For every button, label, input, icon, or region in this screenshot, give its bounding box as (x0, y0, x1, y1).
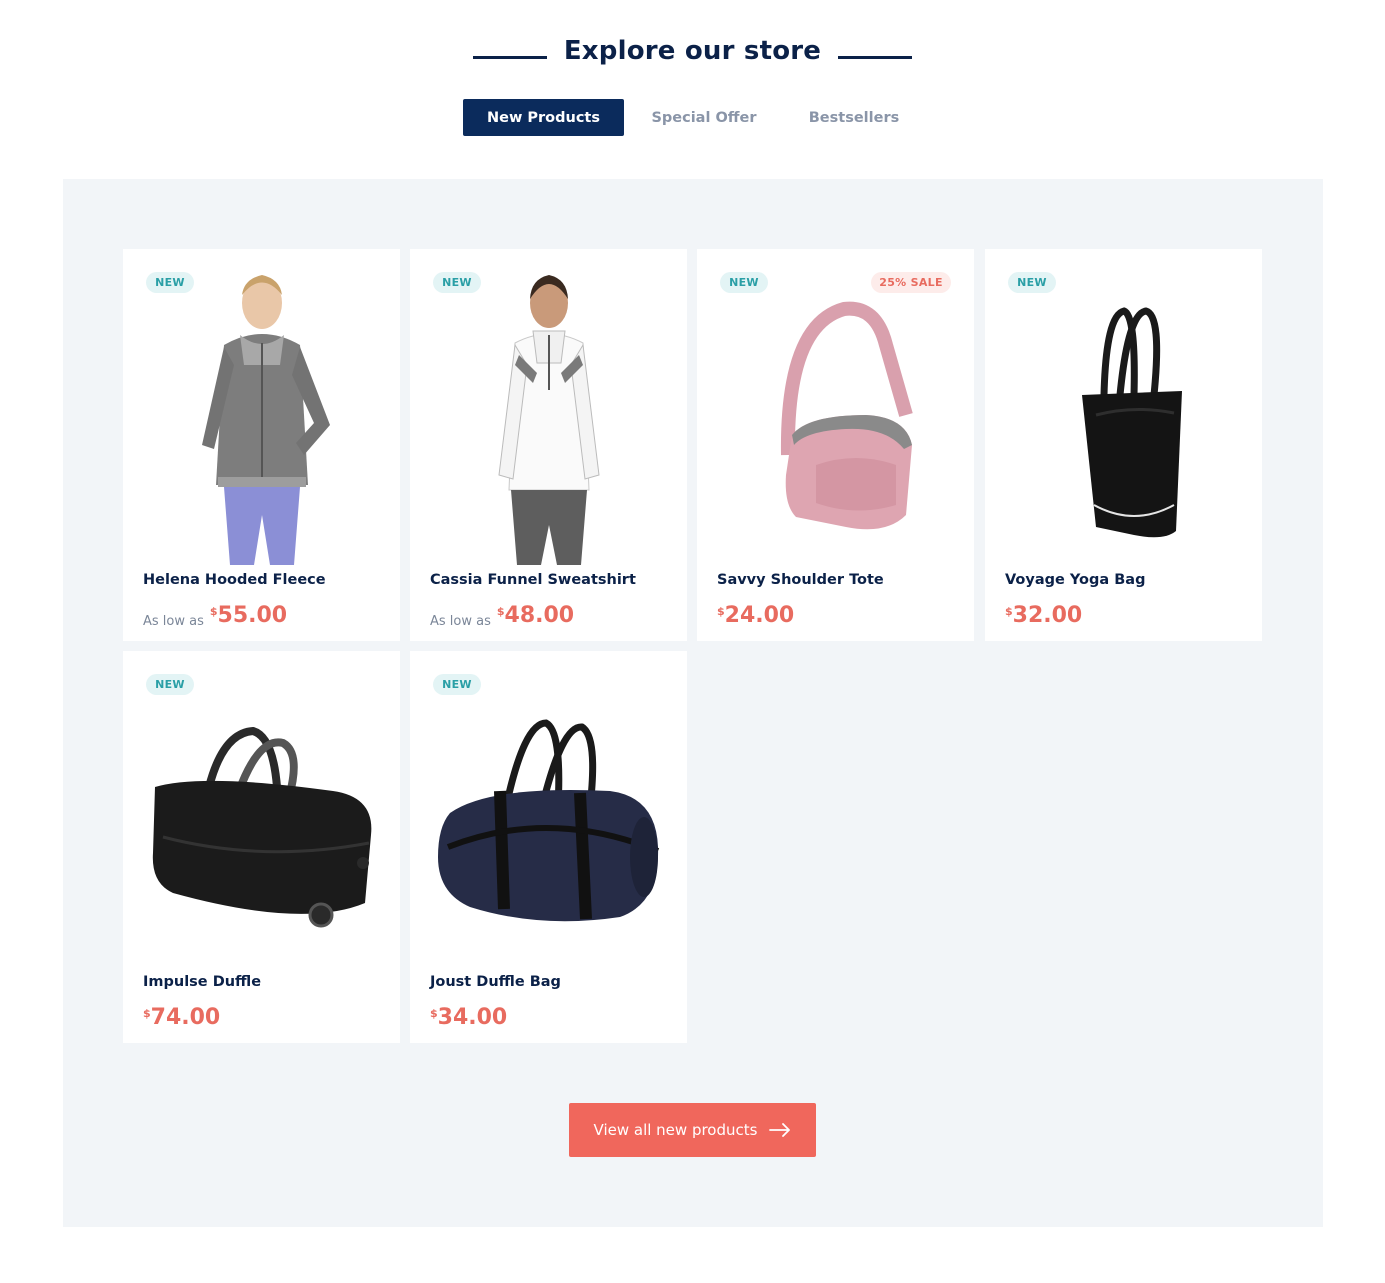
arrow-right-icon (769, 1123, 791, 1137)
price-row: $ 74.00 (143, 1005, 220, 1030)
price-prefix: As low as (143, 614, 204, 629)
view-all-new-products-button[interactable]: View all new products (569, 1103, 816, 1157)
currency-symbol: $ (1005, 605, 1013, 618)
price-row: As low as $ 48.00 (430, 603, 574, 629)
tab-special-offer[interactable]: Special Offer (624, 99, 784, 136)
section-heading: Explore our store (0, 36, 1385, 66)
product-price: 55.00 (217, 603, 288, 628)
sale-badge: 25% SALE (871, 272, 951, 293)
black-rolling-duffle-image[interactable] (143, 667, 380, 967)
woman-hooded-fleece-image[interactable] (143, 265, 380, 565)
price-row: $ 24.00 (717, 603, 794, 628)
product-price: 32.00 (1012, 603, 1083, 628)
product-price: 24.00 (724, 603, 795, 628)
new-badge: NEW (146, 272, 194, 293)
tab-new-products[interactable]: New Products (463, 99, 624, 136)
product-price: 74.00 (150, 1005, 221, 1030)
products-panel: NEW Helena Hooded Fleece As low as $ 55.… (63, 179, 1323, 1227)
product-name[interactable]: Helena Hooded Fleece (143, 572, 326, 588)
new-badge: NEW (146, 674, 194, 695)
product-name[interactable]: Voyage Yoga Bag (1005, 572, 1145, 588)
currency-symbol: $ (209, 605, 218, 618)
currency-symbol: $ (496, 605, 505, 618)
heading-rule-left (472, 55, 547, 59)
product-card[interactable]: NEW Joust Duffle Bag $ 34.00 (410, 651, 687, 1043)
price-prefix: As low as (430, 614, 491, 629)
cta-label: View all new products (593, 1121, 758, 1139)
product-card[interactable]: NEW 25% SALE Savvy Shoulder Tote $ 24.00 (697, 249, 974, 641)
product-card[interactable]: NEW Helena Hooded Fleece As low as $ 55.… (123, 249, 400, 641)
currency-symbol: $ (430, 1007, 438, 1020)
product-card[interactable]: NEW Impulse Duffle $ 74.00 (123, 651, 400, 1043)
product-card[interactable]: NEW Voyage Yoga Bag $ 32.00 (985, 249, 1262, 641)
product-tabs: New Products Special Offer Bestsellers (463, 99, 924, 136)
price-row: As low as $ 55.00 (143, 603, 287, 629)
product-card[interactable]: NEW Cassia Funnel Sweatshirt As low as $… (410, 249, 687, 641)
tab-bestsellers[interactable]: Bestsellers (784, 99, 924, 136)
product-price: 34.00 (437, 1005, 508, 1030)
currency-symbol: $ (717, 605, 725, 618)
section-title: Explore our store (563, 36, 822, 66)
new-badge: NEW (433, 272, 481, 293)
pink-tote-bag-image[interactable] (717, 265, 954, 565)
new-badge: NEW (720, 272, 768, 293)
new-badge: NEW (1008, 272, 1056, 293)
product-price: 48.00 (504, 603, 575, 628)
product-name[interactable]: Savvy Shoulder Tote (717, 572, 884, 588)
navy-duffle-bag-image[interactable] (430, 667, 667, 967)
product-name[interactable]: Cassia Funnel Sweatshirt (430, 572, 636, 588)
currency-symbol: $ (143, 1007, 151, 1020)
product-name[interactable]: Impulse Duffle (143, 974, 261, 990)
new-badge: NEW (433, 674, 481, 695)
black-yoga-bag-image[interactable] (1005, 265, 1242, 565)
heading-rule-right (838, 55, 913, 59)
woman-sweatshirt-image[interactable] (430, 265, 667, 565)
product-name[interactable]: Joust Duffle Bag (430, 974, 561, 990)
price-row: $ 32.00 (1005, 603, 1082, 628)
price-row: $ 34.00 (430, 1005, 507, 1030)
